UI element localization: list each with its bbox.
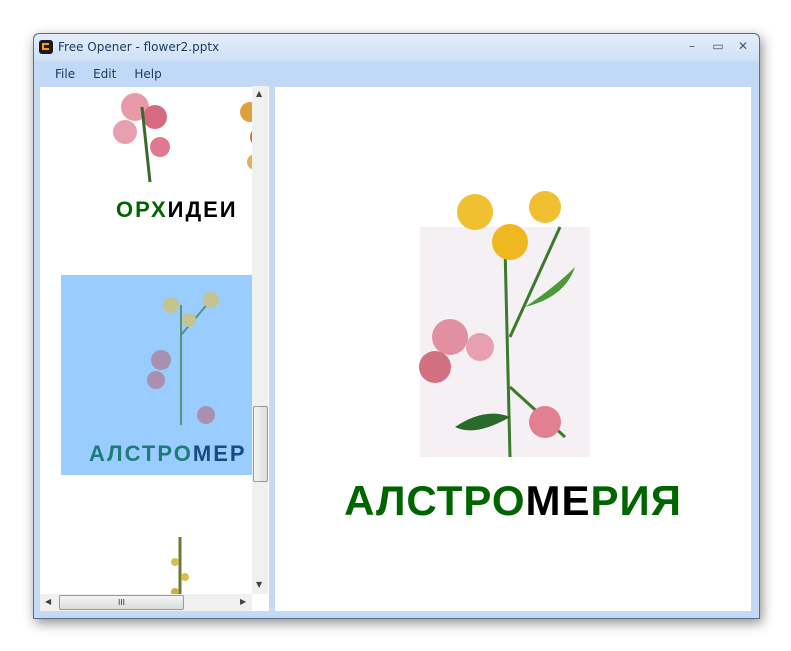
slide-thumbnail-pane: ОРХИДЕИ АЛСТРОМЕР (40, 87, 269, 611)
vertical-scroll-thumb[interactable] (253, 406, 268, 482)
thumbnail-slide-1[interactable]: ОРХИДЕИ (80, 87, 269, 227)
window-title: Free Opener - flower2.pptx (58, 40, 220, 54)
app-window: Free Opener - flower2.pptx – ▭ ✕ File Edi… (33, 33, 760, 619)
caption-part-green-2: РИЯ (590, 477, 682, 524)
vertical-scrollbar[interactable]: ▲ ▼ (252, 86, 268, 594)
menu-bar: File Edit Help (40, 62, 753, 87)
thumbnail-2-caption-black: МЕР (192, 441, 247, 466)
app-icon (39, 40, 53, 54)
alstroemeria-image (419, 191, 590, 458)
thumbnail-1-caption-green: ОРХ (116, 197, 168, 222)
alstroemeria-thumbnail-image (147, 292, 219, 425)
menu-help[interactable]: Help (125, 62, 170, 81)
scroll-down-arrow-icon[interactable]: ▼ (256, 580, 262, 589)
horizontal-scroll-thumb[interactable]: III (59, 595, 184, 610)
menu-file[interactable]: File (46, 62, 84, 81)
slide-view: АЛСТРОМЕРИЯ (275, 87, 751, 611)
thumbnail-slide-2-selected[interactable]: АЛСТРОМЕР (61, 275, 253, 475)
thumbnail-2-caption-green: АЛСТРО (89, 441, 193, 466)
slide-caption: АЛСТРОМЕРИЯ (275, 477, 751, 525)
caption-part-green-1: АЛСТРО (344, 477, 526, 524)
horizontal-scrollbar[interactable]: ◀ III ▶ (40, 594, 252, 611)
menu-edit[interactable]: Edit (84, 62, 125, 81)
scroll-left-arrow-icon[interactable]: ◀ (45, 597, 51, 606)
maximize-button[interactable]: ▭ (710, 39, 726, 53)
title-bar[interactable]: Free Opener - flower2.pptx – ▭ ✕ (34, 34, 759, 61)
orchid-image (113, 93, 269, 183)
caption-part-black: МЕ (525, 477, 591, 524)
close-button[interactable]: ✕ (735, 39, 751, 53)
scroll-right-arrow-icon[interactable]: ▶ (240, 597, 246, 606)
thumbnail-1-caption-black: ИДЕИ (167, 197, 238, 222)
minimize-button[interactable]: – (684, 39, 700, 53)
scroll-up-arrow-icon[interactable]: ▲ (256, 89, 262, 98)
